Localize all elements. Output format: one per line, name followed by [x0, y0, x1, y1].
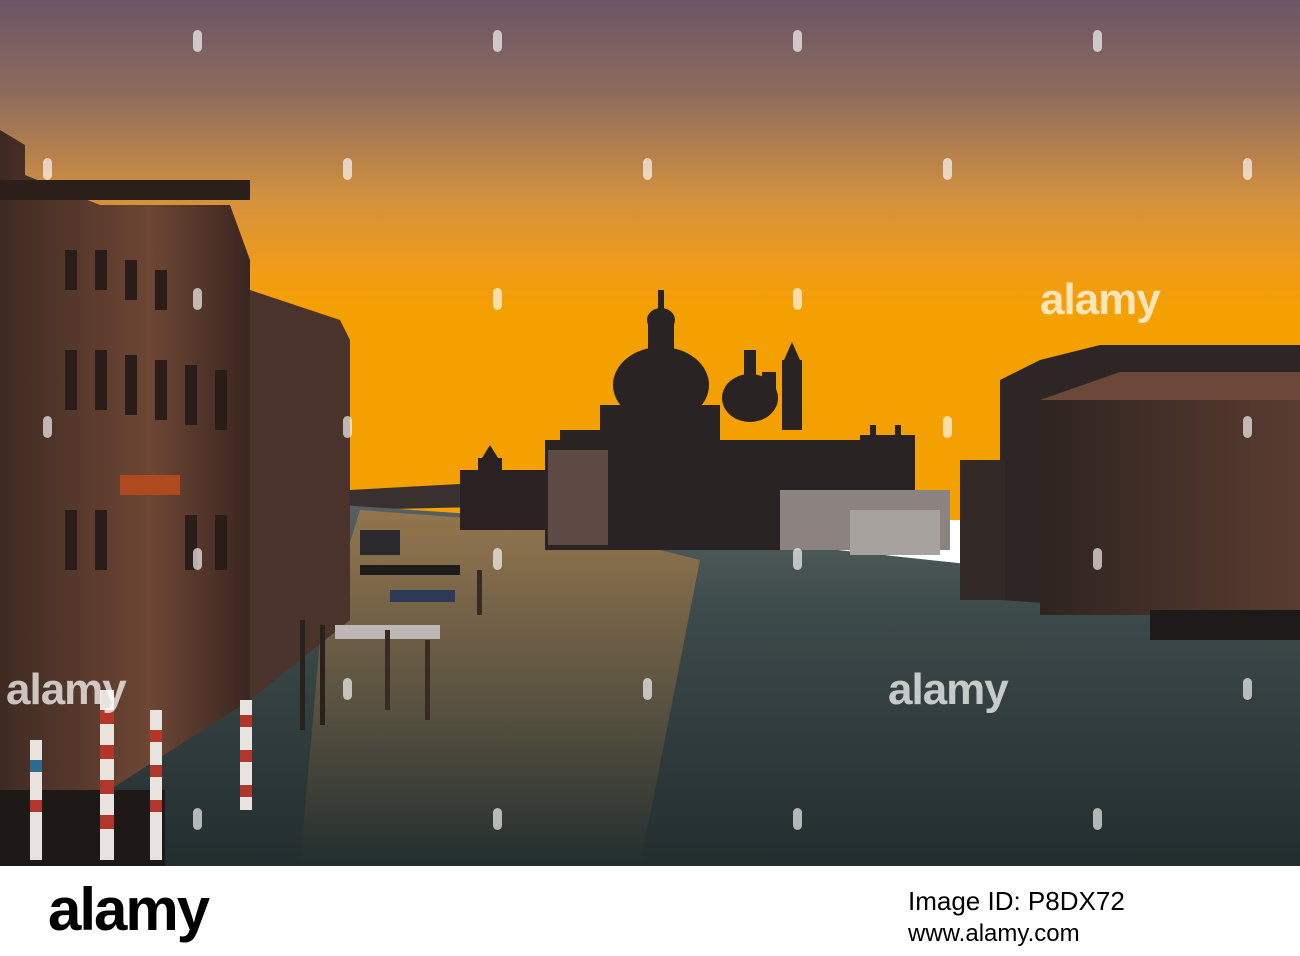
watermark-dot: [1243, 678, 1252, 700]
watermark-dot: [43, 158, 52, 180]
footer-bar: alamy Image ID: P8DX72 www.alamy.com: [0, 866, 1300, 956]
photo: [0, 0, 1300, 866]
watermark-text: alamy: [6, 665, 127, 714]
watermark-text: alamy: [1040, 275, 1161, 324]
watermark-dot: [193, 548, 202, 570]
watermark-dot: [793, 288, 802, 310]
watermark-dot: [793, 548, 802, 570]
watermark-dot: [43, 416, 52, 438]
watermark-dot: [1093, 548, 1102, 570]
watermark-text: alamy: [888, 665, 1009, 714]
watermark-dot: [1093, 808, 1102, 830]
venice-sunrise-photo: [0, 0, 1300, 866]
watermark-dot: [1243, 158, 1252, 180]
white-palazzo-lower: [850, 510, 940, 555]
watermark-dot: [343, 678, 352, 700]
watermark-dot: [193, 30, 202, 52]
watermark-dot: [1243, 416, 1252, 438]
watermark-dot: [943, 416, 952, 438]
palazzo-facade: [548, 450, 608, 545]
site-url: www.alamy.com: [908, 920, 1080, 947]
watermark-dot: [493, 808, 502, 830]
watermark-dot: [643, 158, 652, 180]
watermark-dot: [493, 288, 502, 310]
watermark-dot: [343, 416, 352, 438]
watermark-dot: [493, 30, 502, 52]
watermark-dot: [193, 808, 202, 830]
right-buildings: [960, 345, 1300, 640]
image-id-label: Image ID: P8DX72: [908, 886, 1125, 916]
watermark-dot: [193, 288, 202, 310]
watermark-dot: [343, 158, 352, 180]
watermark-dot: [643, 678, 652, 700]
watermark-dot: [1093, 30, 1102, 52]
watermark-dot: [793, 30, 802, 52]
brand-logo: alamy: [48, 876, 210, 943]
watermark-dot: [493, 548, 502, 570]
watermark-dot: [943, 158, 952, 180]
watermark-dot: [793, 808, 802, 830]
